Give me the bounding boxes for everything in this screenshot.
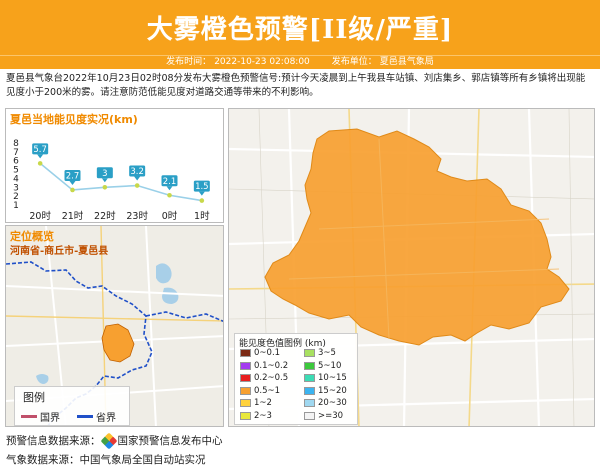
warning-center-logo-icon: [100, 432, 117, 449]
svg-text:3: 3: [102, 169, 107, 179]
publisher: 发布单位： 夏邑县气象局: [331, 57, 434, 67]
legend-color-swatch: [240, 399, 251, 407]
legend-range-label: 0.2~0.5: [254, 373, 289, 383]
warning-source-line: 预警信息数据来源： 国家预警信息发布中心: [6, 432, 223, 449]
legend-color-swatch: [240, 361, 251, 370]
legend-range-label: 2~3: [254, 410, 272, 421]
warning-description: 夏邑县气象台2022年10月23日02时08分发布大雾橙色预警信号:预计今天凌晨…: [6, 73, 586, 98]
legend-color-swatch: [304, 361, 315, 370]
visibility-color-legend: 能见度色值图例 (km) 0~0.1 0.1~0.2 0.2~0.5 0.5~1 1~2…: [234, 333, 358, 425]
visibility-legend-item: 3~5: [304, 348, 336, 358]
visibility-legend-item: 0.5~1: [240, 386, 280, 396]
x-tick-label: 0时: [162, 210, 178, 222]
legend-range-label: 20~30: [318, 398, 347, 408]
legend-range-label: 0.5~1: [254, 385, 281, 396]
location-legend: 图例 国界 省界: [14, 386, 130, 426]
svg-text:2.7: 2.7: [66, 171, 80, 181]
visibility-chart: 876543215.720时2.721时322时3.223时2.10时1.51时: [13, 139, 210, 222]
visibility-legend-item: 2~3: [240, 411, 272, 421]
warning-source-name: 国家预警信息发布中心: [117, 435, 223, 447]
legend-color-swatch: [240, 411, 251, 420]
legend-color-swatch: [240, 386, 251, 395]
legend-range-label: 0~0.1: [254, 348, 281, 358]
visibility-data-label: 5.7: [32, 143, 49, 159]
legend-color-swatch: [304, 386, 315, 395]
visibility-legend-item: >=30: [304, 411, 343, 421]
weather-source-label: 气象数据来源：: [6, 454, 80, 466]
x-tick-label: 20时: [29, 210, 51, 222]
visibility-data-point[interactable]: [134, 183, 140, 188]
warning-title: 大雾橙色预警[II级/严重]: [146, 15, 454, 45]
weather-source-name: 中国气象局全国自动站实况: [79, 454, 206, 466]
legend-color-swatch: [304, 349, 315, 357]
legend-range-label: 3~5: [318, 348, 336, 358]
visibility-data-point[interactable]: [37, 161, 43, 166]
svg-text:1.5: 1.5: [195, 182, 209, 192]
publish-meta-bar: 发布时间： 2022-10-23 02:08:00 发布单位： 夏邑县气象局: [0, 55, 600, 69]
visibility-legend-item: 0.1~0.2: [240, 361, 288, 371]
x-tick-label: 22时: [94, 210, 116, 222]
legend-range-label: 1~2: [254, 398, 272, 408]
legend-national-border-label: 国界: [40, 413, 60, 424]
visibility-data-point[interactable]: [199, 198, 205, 203]
visibility-data-label: 2.1: [161, 175, 178, 191]
visibility-data-point[interactable]: [102, 184, 108, 190]
location-overview-panel: 定位概览 河南省-商丘市-夏邑县 图例 国界 省界: [5, 225, 224, 427]
legend-color-swatch: [240, 374, 251, 382]
publish-time: 发布时间： 2022-10-23 02:08:00: [166, 57, 310, 67]
legend-national-border: 国界: [21, 409, 60, 424]
legend-range-label: 0.1~0.2: [254, 360, 289, 371]
visibility-data-label: 1.5: [193, 180, 210, 196]
warning-page: 大雾橙色预警[II级/严重] 发布时间： 2022-10-23 02:08:00 …: [0, 0, 600, 471]
visibility-data-label: 2.7: [64, 169, 81, 185]
legend-range-label: >=30: [318, 410, 344, 421]
y-tick-label: 1: [13, 201, 19, 211]
legend-range-label: 5~10: [318, 360, 342, 371]
visibility-data-label: 3: [96, 167, 113, 183]
visibility-legend-item: 20~30: [304, 398, 347, 408]
x-tick-label: 23时: [126, 210, 148, 222]
visibility-legend-item: 15~20: [304, 386, 347, 396]
svg-text:5.7: 5.7: [33, 145, 47, 155]
legend-color-swatch: [304, 399, 315, 407]
weather-source-line: 气象数据来源： 中国气象局全国自动站实况: [6, 452, 206, 467]
svg-text:3.2: 3.2: [130, 167, 144, 177]
title-banner: 大雾橙色预警[II级/严重]: [0, 0, 600, 55]
svg-text:2.1: 2.1: [163, 177, 177, 187]
visibility-legend-item: 0.2~0.5: [240, 373, 288, 383]
national-border-swatch: [21, 415, 37, 418]
location-legend-title: 图例: [23, 391, 45, 404]
legend-range-label: 10~15: [318, 373, 347, 383]
visibility-legend-item: 10~15: [304, 373, 347, 383]
location-path: 河南省-商丘市-夏邑县: [10, 246, 109, 257]
visibility-map-panel: 能见度色值图例 (km) 0~0.1 0.1~0.2 0.2~0.5 0.5~1 1~2…: [228, 108, 595, 427]
x-tick-label: 1时: [194, 210, 210, 222]
visibility-legend-item: 0~0.1: [240, 348, 280, 358]
legend-color-swatch: [304, 374, 315, 382]
legend-province-border-label: 省界: [96, 413, 116, 424]
visibility-series-line: [39, 162, 202, 202]
visibility-chart-panel: 夏邑当地能见度实况(km) 8 7 6 5 4 3 2 1 5.7 20时 2.7 21时 3 22时 3.…: [5, 108, 224, 223]
visibility-data-point[interactable]: [70, 187, 75, 193]
visibility-data-label: 3.2: [129, 165, 146, 181]
x-tick-label: 21时: [62, 210, 84, 222]
legend-color-swatch: [240, 349, 251, 357]
legend-province-border: 省界: [77, 409, 116, 424]
visibility-data-point[interactable]: [167, 192, 172, 198]
visibility-legend-item: 1~2: [240, 398, 272, 408]
visibility-legend-item: 5~10: [304, 361, 341, 371]
warning-source-label: 预警信息数据来源：: [6, 435, 101, 447]
legend-color-swatch: [304, 411, 315, 420]
province-border-swatch: [77, 415, 93, 418]
legend-range-label: 15~20: [318, 385, 347, 396]
